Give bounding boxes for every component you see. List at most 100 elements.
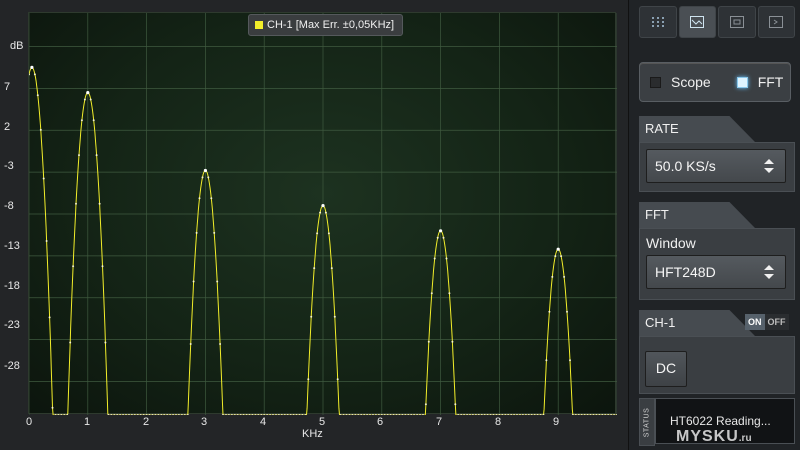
sample-point (457, 414, 460, 415)
grid-view-button[interactable] (639, 6, 677, 38)
coupling-dc-button[interactable]: DC (645, 351, 687, 387)
peak-point (86, 91, 90, 95)
x-tick-label: 2 (142, 416, 150, 428)
updown-arrows-icon (764, 159, 774, 173)
sample-point (142, 414, 145, 415)
sample-point (501, 414, 504, 415)
sample-point (130, 414, 133, 415)
sample-point (39, 128, 42, 131)
sample-point (498, 414, 501, 415)
sample-point (424, 403, 427, 406)
sample-point (119, 414, 122, 415)
sample-point (454, 403, 457, 406)
sample-point (560, 255, 563, 258)
channel-on-off-toggle[interactable]: ON OFF (745, 314, 789, 330)
y-tick-label: -8 (4, 200, 14, 212)
sample-point (480, 414, 483, 415)
y-unit-label: dB (10, 40, 24, 52)
status-tab-label: STATUS (643, 407, 651, 437)
sample-point (29, 73, 30, 76)
watermark-suffix: .ru (738, 433, 752, 444)
sample-point (539, 414, 542, 415)
sample-point (398, 414, 401, 415)
sample-point (113, 414, 116, 415)
sample-point (366, 414, 369, 415)
sample-point (548, 310, 551, 313)
sample-point (519, 414, 521, 415)
sample-point (357, 414, 360, 415)
fft-mode-option[interactable]: FFT (736, 74, 783, 90)
sample-point (266, 414, 269, 415)
scope-mode-checkbox[interactable] (650, 76, 661, 88)
sample-point (430, 292, 433, 295)
sample-point (392, 414, 395, 415)
spectrum-view-button[interactable] (678, 6, 716, 38)
sample-point (233, 414, 236, 415)
sample-point (324, 211, 327, 214)
sample-point (486, 414, 489, 415)
sample-point (451, 340, 454, 343)
sample-point (242, 414, 245, 415)
sample-point (545, 359, 548, 362)
sample-point (604, 414, 607, 415)
sample-point (148, 414, 151, 415)
channel-section-title: CH-1 (639, 310, 755, 336)
sample-point (495, 414, 498, 415)
y-tick-label: 2 (4, 121, 11, 133)
x-tick-label: 1 (83, 416, 91, 428)
sample-point (280, 414, 283, 415)
sample-point (369, 414, 371, 415)
sample-point (295, 414, 298, 415)
scope-mode-option[interactable]: Scope (650, 74, 711, 90)
sample-point (595, 414, 598, 415)
x-unit-label: KHz (302, 428, 323, 440)
sample-point (374, 414, 377, 415)
x-tick-label: 0 (25, 416, 33, 428)
sample-point (342, 414, 345, 415)
sample-point (263, 414, 266, 415)
sample-point (313, 267, 316, 270)
sample-point (345, 414, 348, 415)
fft-plot[interactable] (28, 12, 617, 415)
rate-select[interactable]: 50.0 KS/s (646, 149, 786, 183)
sample-point (277, 414, 280, 415)
view-toolbar (639, 6, 795, 38)
sample-point (513, 414, 516, 415)
sample-point (401, 414, 404, 415)
fft-mode-checkbox[interactable] (736, 76, 748, 88)
window-select[interactable]: HFT248D (646, 255, 786, 289)
channel-off-option[interactable]: OFF (764, 314, 789, 330)
sample-point (95, 154, 98, 157)
sample-point (469, 414, 471, 415)
sample-point (257, 414, 260, 415)
sample-point (436, 236, 439, 239)
sample-point (83, 98, 86, 101)
channel-on-option[interactable]: ON (745, 314, 765, 330)
sample-point (260, 414, 263, 415)
sample-point (354, 414, 357, 415)
sample-point (198, 197, 201, 200)
sample-point (536, 414, 539, 415)
export-view-button[interactable] (757, 6, 795, 38)
window-value: HFT248D (655, 264, 716, 280)
sample-point (54, 414, 57, 415)
sample-point (427, 340, 430, 343)
sample-point (63, 414, 66, 415)
sample-point (80, 119, 83, 122)
sample-point (598, 414, 601, 415)
plot-grid (29, 13, 617, 415)
sample-point (207, 176, 210, 179)
sample-point (160, 414, 163, 415)
sample-point (448, 292, 451, 295)
sample-point (533, 414, 536, 415)
sample-point (413, 414, 416, 415)
sample-point (574, 414, 577, 415)
sample-point (330, 267, 333, 270)
peak-point (30, 65, 34, 69)
y-tick-label: -13 (4, 240, 20, 252)
sample-point (554, 255, 557, 258)
window-view-button[interactable] (718, 6, 756, 38)
sample-point (516, 414, 518, 415)
channel-legend[interactable]: CH-1 [Max Err. ±0,05KHz] (248, 14, 404, 36)
sample-point (225, 414, 227, 415)
